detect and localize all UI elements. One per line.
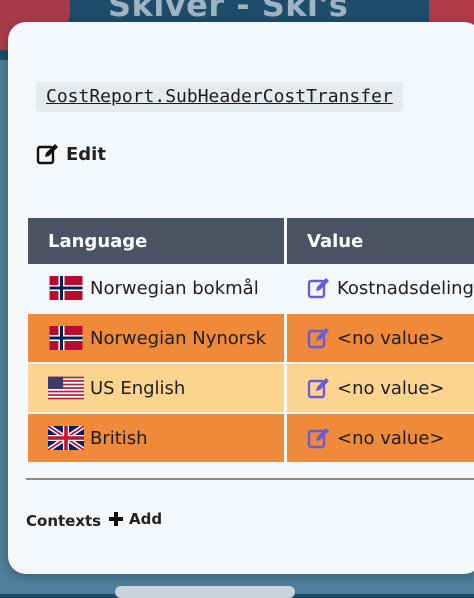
translation-value: Kostnadsdeling [337,277,474,299]
translation-value: <no value> [337,327,445,349]
edit-button[interactable]: Edit [36,140,106,168]
translation-key: CostReport.SubHeaderCostTransfer [36,82,403,112]
language-name: US English [90,377,186,399]
add-label: Add [129,510,163,528]
edit-icon [36,144,58,165]
column-header-language: Language [28,218,284,264]
edit-value-icon[interactable] [307,326,331,350]
table-row: Norwegian Nynorsk <no value> [28,314,474,364]
edit-label: Edit [66,143,106,165]
contexts-label: Contexts [26,512,102,530]
edit-value-icon[interactable] [307,376,331,400]
translations-table: Language Value Norwegian bokmål Kostnads… [28,218,474,464]
norway-flag-icon [49,326,83,350]
edit-value-icon[interactable] [307,426,331,450]
table-row: US English <no value> [28,364,474,414]
norway-flag-icon [49,276,83,300]
table-header-row: Language Value [28,218,474,264]
section-divider [26,478,474,480]
translation-value: <no value> [337,377,445,399]
site-title: Skiver - Ski's [108,0,349,24]
language-name: Norwegian Nynorsk [90,327,267,349]
uk-flag-icon [48,426,84,450]
add-context-button[interactable]: Add [108,510,162,528]
edit-value-icon[interactable] [307,276,331,300]
column-header-value: Value [284,218,474,264]
language-name: British [90,427,148,449]
translation-value: <no value> [337,427,445,449]
us-flag-icon [48,376,84,400]
plus-icon [109,512,123,526]
table-row: Norwegian bokmål Kostnadsdeling [28,264,474,314]
language-name: Norwegian bokmål [90,277,259,299]
table-row: British <no value> [28,414,474,464]
background-bottom-tab [115,586,295,598]
